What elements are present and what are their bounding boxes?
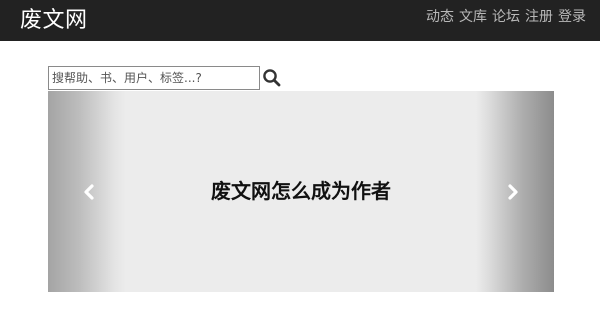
search-input[interactable] [48, 66, 260, 90]
carousel-prev-button[interactable] [80, 183, 98, 201]
nav-link-login[interactable]: 登录 [558, 7, 586, 27]
chevron-right-icon [508, 184, 518, 200]
chevron-left-icon [84, 184, 94, 200]
search-icon [263, 69, 281, 87]
nav-links: 动态 文库 论坛 注册 登录 [426, 7, 586, 27]
nav-link-register[interactable]: 注册 [525, 7, 553, 27]
carousel: 废文网怎么成为作者 [48, 91, 554, 292]
top-navbar: 废文网 动态 文库 论坛 注册 登录 [0, 0, 600, 41]
carousel-caption[interactable]: 废文网怎么成为作者 [126, 177, 476, 205]
search-button[interactable] [262, 67, 282, 89]
nav-link-library[interactable]: 文库 [459, 7, 487, 27]
site-logo[interactable]: 废文网 [20, 8, 88, 34]
search-bar [48, 66, 288, 90]
nav-link-forum[interactable]: 论坛 [492, 7, 520, 27]
nav-link-updates[interactable]: 动态 [426, 7, 454, 27]
carousel-next-button[interactable] [504, 183, 522, 201]
